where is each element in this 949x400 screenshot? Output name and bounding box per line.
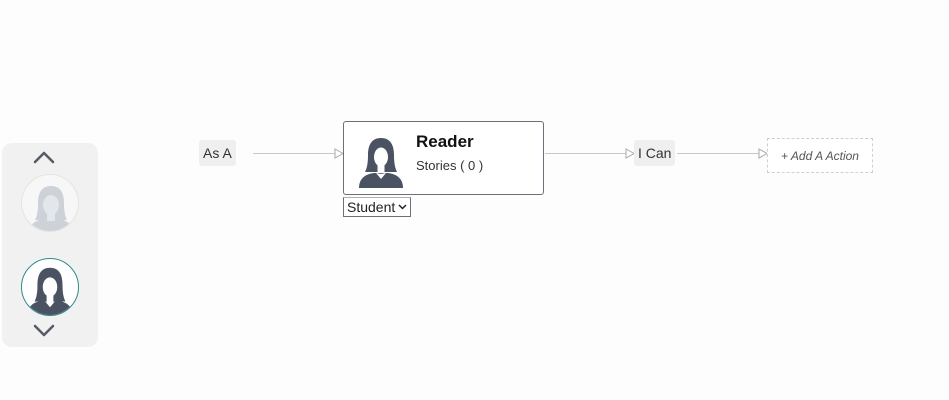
flow-connectors	[253, 148, 769, 159]
arrow-head-icon	[758, 148, 769, 159]
arrow-head-icon	[625, 148, 636, 159]
female-user-icon	[358, 136, 404, 188]
arrow-head-icon	[334, 148, 345, 159]
female-user-icon	[29, 186, 73, 231]
chevron-down-icon	[398, 204, 407, 210]
chevron-up-icon[interactable]	[32, 149, 56, 165]
persona-title: Reader	[416, 132, 474, 151]
chevron-down-icon[interactable]	[32, 323, 56, 339]
stories-count: Stories ( 0 )	[416, 158, 484, 173]
persona-avatar-active[interactable]	[21, 258, 79, 316]
role-select[interactable]: Student	[343, 197, 412, 217]
add-action-button[interactable]: + Add A Action	[767, 138, 873, 173]
persona-avatar-inactive[interactable]	[21, 174, 79, 232]
female-user-icon	[27, 267, 73, 315]
as-a-label: As A	[199, 140, 236, 166]
role-select-value: Student	[347, 199, 396, 215]
i-can-label[interactable]: I Can	[634, 140, 676, 166]
persona-card-reader[interactable]: Reader Stories ( 0 )	[343, 121, 544, 195]
